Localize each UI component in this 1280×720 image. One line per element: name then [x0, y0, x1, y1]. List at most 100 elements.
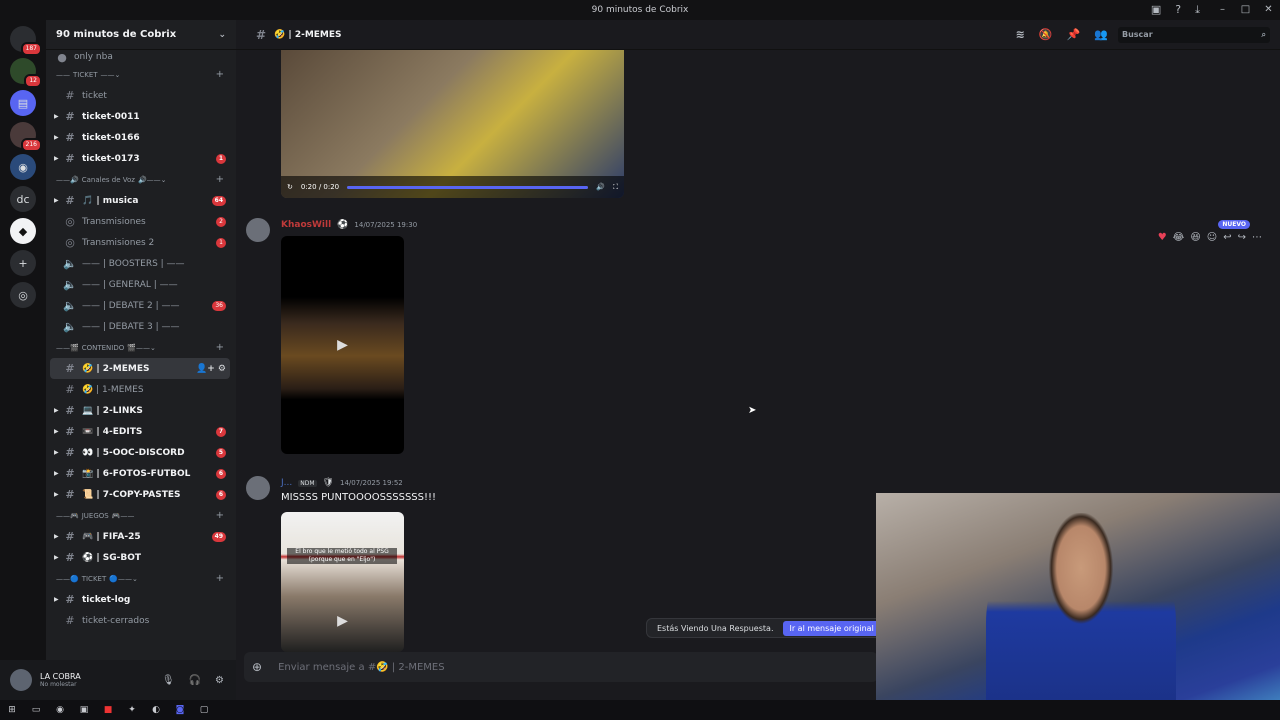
threads-icon[interactable]: ≋ [1016, 28, 1025, 41]
category-contenido[interactable]: ——🎬 CONTENIDO 🎬——⌄ + [50, 337, 230, 358]
channel-ticket[interactable]: # ticket [50, 85, 230, 106]
category-label: CONTENIDO [81, 343, 125, 352]
server-icon-1[interactable]: 187 [10, 26, 42, 56]
channel-clip[interactable]: ● only nba [50, 50, 230, 64]
close-button[interactable]: ✕ [1257, 0, 1280, 20]
volume-icon[interactable]: 🔊 [596, 183, 605, 191]
members-icon[interactable]: 👥 [1094, 28, 1108, 41]
server-icon-3[interactable]: ▤ [10, 90, 36, 116]
title-bar-icons: ▣ ? ⤓ [1151, 3, 1200, 17]
server-icon-4[interactable]: 216 [10, 122, 42, 152]
channel-ticket-0166[interactable]: ▶ # ticket-0166 [50, 127, 230, 148]
channel-6-fotos-futbol[interactable]: ▶ # 📸 | 6-FOTOS-FUTBOL 6 [50, 463, 230, 484]
chevron-down-icon: ⌄ [218, 29, 226, 40]
play-icon[interactable]: ▶ [337, 337, 348, 353]
chrome-icon[interactable]: ◉ [54, 705, 66, 715]
app-icon-4[interactable]: ◐ [150, 705, 162, 715]
gear-icon[interactable]: ⚙ [215, 675, 224, 686]
channel-label: Transmisiones [82, 216, 146, 227]
server-icon-2[interactable]: 12 [10, 58, 42, 88]
help-icon[interactable]: ? [1175, 3, 1181, 17]
category-label: JUEGOS [81, 511, 109, 520]
fullscreen-icon[interactable]: ⛶ [613, 183, 618, 192]
category-juegos[interactable]: ——🎮 JUEGOS 🎮—— + [50, 505, 230, 526]
channel-general[interactable]: 🔈 —— | GENERAL | —— [50, 274, 230, 295]
channel-ticket-0011[interactable]: ▶ # ticket-0011 [50, 106, 230, 127]
message-timestamp: 14/07/2025 19:30 [354, 221, 418, 229]
inbox-icon[interactable]: ▣ [1151, 3, 1161, 17]
message-header: KhaosWill ⚽ 14/07/2025 19:30 [281, 220, 417, 230]
channel-ticket-log[interactable]: ▶ # ticket-log [50, 589, 230, 610]
app-icon-3[interactable]: ✦ [126, 705, 138, 715]
add-channel-icon[interactable]: + [216, 174, 224, 185]
replay-icon[interactable]: ↻ [287, 183, 293, 191]
channel-transmisiones-2[interactable]: ◎ Transmisiones 2 1 [50, 232, 230, 253]
download-icon[interactable]: ⤓ [1195, 3, 1200, 17]
add-channel-icon[interactable]: + [216, 573, 224, 584]
hash-icon: # [65, 152, 75, 165]
hash-icon: # [65, 488, 75, 501]
channel-5-ooc-discord[interactable]: ▶ # 👀 | 5-OOC-DISCORD 5 [50, 442, 230, 463]
play-icon[interactable]: ▶ [337, 613, 348, 629]
channel-ticket-cerrados[interactable]: # ticket-cerrados [50, 610, 230, 631]
maximize-button[interactable]: □ [1234, 0, 1257, 20]
add-server-icon[interactable]: + [10, 250, 36, 276]
notifications-icon[interactable]: 🔕 [1039, 28, 1053, 41]
app-icon-2[interactable]: ■ [102, 705, 114, 715]
channel-2-links[interactable]: ▶ # 💻 | 2-LINKS [50, 400, 230, 421]
hash-icon: # [65, 194, 75, 207]
category-ticket-2[interactable]: ——🔵 TICKET 🔵——⌄ + [50, 568, 230, 589]
add-channel-icon[interactable]: + [216, 69, 224, 80]
windows-start-icon[interactable]: ⊞ [6, 705, 18, 715]
avatar[interactable] [246, 218, 270, 242]
message-author[interactable]: KhaosWill [281, 220, 331, 230]
channel-7-copy-pastes[interactable]: ▶ # 📜 | 7-COPY-PASTES 6 [50, 484, 230, 505]
video-player[interactable]: ↻ 0:20 / 0:20 🔊 ⛶ [281, 50, 624, 198]
server-header[interactable]: 90 minutos de Cobrix ⌄ [46, 20, 236, 50]
category-voice[interactable]: ——🔊 Canales de Voz 🔊——⌄ + [50, 169, 230, 190]
channel-musica[interactable]: ▶ # 🎵 | musica 64 [50, 190, 230, 211]
channel-debate-3[interactable]: 🔈 —— | DEBATE 3 | —— [50, 316, 230, 337]
headphones-icon[interactable]: 🎧 [189, 675, 201, 686]
add-channel-icon[interactable]: + [216, 510, 224, 521]
user-info[interactable]: LA COBRA No molestar [32, 672, 81, 688]
discord-icon[interactable]: ◙ [174, 705, 186, 715]
channel-boosters[interactable]: 🔈 —— | BOOSTERS | —— [50, 253, 230, 274]
minimize-button[interactable]: – [1211, 0, 1234, 20]
video-attachment[interactable]: ▶ [281, 236, 404, 454]
channel-fifa-25[interactable]: ▶ # 🎮 | FIFA-25 49 [50, 526, 230, 547]
channel-ticket-0173[interactable]: ▶ # ticket-0173 1 [50, 148, 230, 169]
composer-placeholder: Enviar mensaje a #🤣 | 2-MEMES [278, 661, 445, 673]
microphone-icon[interactable]: 🎙 [162, 675, 175, 686]
add-channel-icon[interactable]: + [216, 342, 224, 353]
file-explorer-icon[interactable]: ▭ [30, 705, 42, 715]
channel-label: ⚽ | SG-BOT [82, 552, 142, 563]
jump-to-original-button[interactable]: Ir al mensaje original [783, 620, 880, 636]
avatar[interactable] [246, 476, 270, 500]
channel-1-memes[interactable]: # 🤣 | 1-MEMES [50, 379, 230, 400]
app-icon-5[interactable]: ▢ [198, 705, 210, 715]
message-author[interactable]: J... [281, 478, 292, 488]
server-icon-5[interactable]: ◉ [10, 154, 36, 180]
pin-icon[interactable]: 📌 [1067, 28, 1081, 41]
category-ticket[interactable]: —— TICKET ——⌄ + [50, 64, 230, 85]
channel-label: —— | DEBATE 2 | —— [82, 300, 180, 311]
channel-label: 👀 | 5-OOC-DISCORD [82, 447, 185, 458]
video-progress[interactable] [347, 185, 589, 189]
channel-transmisiones[interactable]: ◎ Transmisiones 2 [50, 211, 230, 232]
category-label: Canales de Voz [81, 175, 135, 184]
message-composer[interactable]: ⊕ Enviar mensaje a #🤣 | 2-MEMES [244, 652, 878, 682]
channel-4-edits[interactable]: ▶ # 📼 | 4-EDITS 7 [50, 421, 230, 442]
server-icon-current[interactable]: ◆ [10, 218, 36, 244]
app-icon-1[interactable]: ▣ [78, 705, 90, 715]
explore-icon[interactable]: ◎ [10, 282, 36, 308]
channel-settings-icons[interactable]: 👤+ ⚙ [196, 364, 226, 374]
channel-debate-2[interactable]: 🔈 —— | DEBATE 2 | —— 36 [50, 295, 230, 316]
channel-sg-bot[interactable]: ▶ # ⚽ | SG-BOT [50, 547, 230, 568]
add-attachment-icon[interactable]: ⊕ [252, 660, 262, 674]
channel-2-memes[interactable]: # 🤣 | 2-MEMES 👤+ ⚙ [50, 358, 230, 379]
search-input[interactable]: Buscar ⌕ [1118, 26, 1270, 43]
avatar[interactable] [10, 669, 32, 691]
video-attachment[interactable]: El bro que le metió todo al PSG (porque … [281, 512, 404, 652]
server-icon-dc[interactable]: dc [10, 186, 36, 212]
